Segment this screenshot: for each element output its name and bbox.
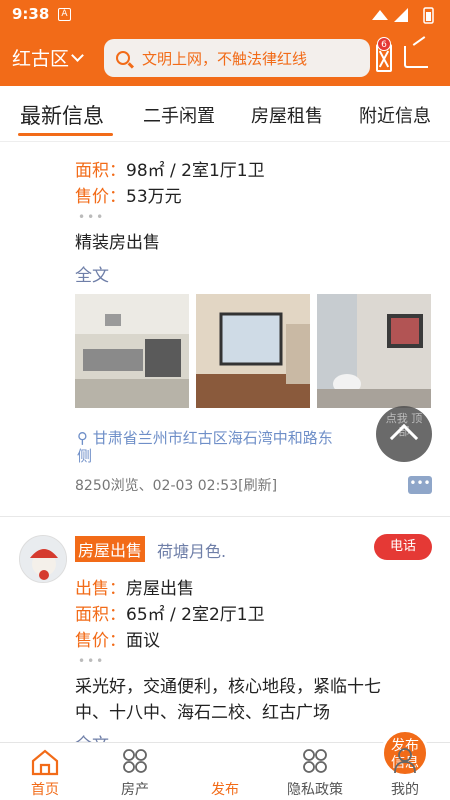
post-divider (0, 516, 450, 517)
post1-dots: ••• (78, 210, 106, 224)
author-name[interactable]: 荷塘月色. (157, 538, 226, 562)
post1-fulltext-link[interactable]: 全文 (75, 261, 109, 286)
post1-description: 精装房出售 (75, 233, 160, 253)
bottom-navigation: 首页 房产 发布 信息 发布 隐私政策 我的 (0, 729, 450, 800)
post2-type: 出售：房屋出售 (75, 579, 194, 599)
nav-publish[interactable]: 发布 信息 发布 (180, 729, 429, 800)
system-status-icons (372, 7, 434, 24)
user-icon (394, 748, 416, 774)
call-button[interactable]: 电话 (374, 534, 432, 560)
post2-description-2: 中、十八中、海石二校、红古广场 (75, 703, 330, 723)
search-placeholder: 文明上网，不触法律红线 (142, 49, 308, 68)
chevron-down-icon (71, 48, 84, 62)
category-tag: 房屋出售 (75, 536, 146, 562)
post2-price: 售价：面议 (75, 631, 160, 651)
tab-nearby[interactable]: 附近信息 (359, 102, 431, 128)
post1-price: 售价：53万元 (75, 187, 182, 207)
app-notification-icon: A (58, 8, 71, 21)
post2-area: 面积：65㎡ / 2室2厅1卫 (75, 605, 265, 625)
tab-secondhand[interactable]: 二手闲置 (143, 102, 215, 128)
region-label: 红古区 (12, 48, 70, 70)
wifi-icon (372, 10, 388, 20)
grid-icon (303, 749, 327, 773)
post1-photo-2[interactable] (196, 294, 310, 408)
scroll-to-top-button[interactable]: 点我 顶部 (376, 406, 432, 462)
nav-home[interactable]: 首页 (0, 743, 90, 800)
region-selector[interactable]: 红古区 (12, 44, 84, 71)
post2-dots: ••• (78, 654, 106, 668)
search-icon (116, 51, 130, 65)
message-badge: 6 (377, 37, 391, 51)
search-input[interactable]: 文明上网，不触法律红线 (104, 39, 370, 77)
post2-fulltext-link[interactable]: 全文 (75, 730, 109, 742)
status-time: 9:38 (12, 5, 50, 23)
avatar[interactable] (19, 535, 67, 583)
post1-area: 面积：98㎡ / 2室1厅1卫 (75, 161, 265, 181)
status-bar: 9:38 A (0, 0, 450, 30)
grid-icon (123, 749, 147, 773)
signal-icon (394, 8, 408, 22)
nav-mine[interactable]: 我的 (360, 743, 450, 800)
post1-location[interactable]: ⚲ 甘肃省兰州市红古区海石湾中和路东侧 (77, 429, 337, 465)
post1-meta: 8250浏览、02-03 02:53[刷新] (75, 478, 278, 494)
tab-housing[interactable]: 房屋租售 (251, 102, 323, 128)
location-pin-icon: ⚲ (77, 429, 88, 447)
comment-icon[interactable]: ••• (408, 476, 432, 494)
active-tab-indicator (18, 133, 113, 136)
nav-privacy[interactable]: 隐私政策 (270, 743, 360, 800)
home-icon (31, 749, 59, 776)
post1-photo-1[interactable] (75, 294, 189, 408)
nav-property[interactable]: 房产 (90, 743, 180, 800)
share-icon[interactable] (404, 46, 428, 68)
post1-photo-3[interactable] (317, 294, 431, 408)
category-tabs: 最新信息 二手闲置 房屋租售 附近信息 (0, 86, 450, 142)
tab-latest[interactable]: 最新信息 (20, 100, 104, 130)
post2-description-1: 采光好，交通便利，核心地段，紧临十七 (75, 677, 381, 697)
